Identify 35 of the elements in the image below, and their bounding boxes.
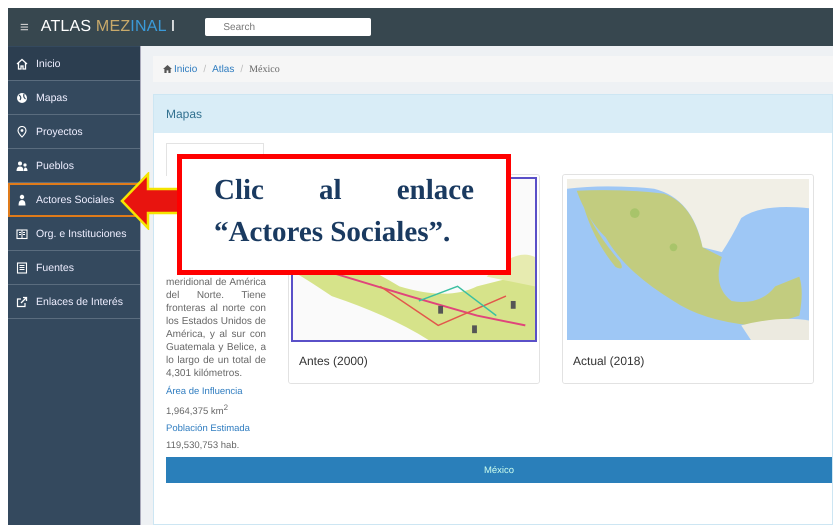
description-text: meridional de América del Norte. Tiene fronteras al norte con los Estados Unidos de América, y al sur con Guatemala y Belice, a lo largo de un total de 4,301 kilómetros. bbox=[166, 276, 266, 380]
users-icon bbox=[16, 160, 28, 172]
breadcrumb-current: México bbox=[249, 64, 280, 74]
sidebar-item[interactable]: Actores Sociales bbox=[8, 183, 140, 217]
stat-value: 119,530,753 hab. bbox=[166, 440, 240, 452]
pin-icon bbox=[16, 126, 28, 138]
sidebar-item[interactable]: Mapas bbox=[8, 81, 140, 115]
breadcrumb-link[interactable]: Atlas bbox=[212, 64, 234, 74]
stat-label: Población Estimada bbox=[166, 423, 251, 434]
instruction-tooltip: Clic al enlace “Actores Sociales”. bbox=[177, 154, 511, 275]
country-button[interactable]: México bbox=[166, 457, 832, 484]
user-icon bbox=[16, 194, 28, 206]
map-caption: Antes (2000) bbox=[298, 353, 369, 370]
file-icon bbox=[16, 262, 28, 274]
panel-title: Mapas bbox=[154, 95, 832, 133]
home-icon bbox=[16, 58, 28, 70]
home-icon bbox=[163, 65, 172, 73]
menu-icon[interactable]: ≡ bbox=[20, 18, 29, 36]
brand-logo[interactable]: ATLAS MEZINAL I bbox=[40, 18, 176, 36]
search-field[interactable]: Search bbox=[205, 18, 372, 36]
sidebar-item[interactable]: Enlaces de Interés bbox=[8, 285, 140, 319]
map-caption: Actual (2018) bbox=[572, 353, 646, 370]
sidebar-item[interactable]: Proyectos bbox=[8, 115, 140, 149]
breadcrumb-separator: / bbox=[240, 64, 244, 74]
stat-label: Área de Influencia bbox=[166, 386, 244, 397]
sidebar-item[interactable]: Pueblos bbox=[8, 149, 140, 183]
stat-value: 1,964,375 km$^{2}$ bbox=[166, 403, 229, 418]
external-icon bbox=[16, 296, 28, 308]
sidebar-item[interactable]: Org. e Instituciones bbox=[8, 217, 140, 251]
sidebar-item[interactable]: Inicio bbox=[8, 47, 140, 81]
breadcrumb-separator: / bbox=[203, 64, 206, 74]
breadcrumb-link[interactable]: Inicio bbox=[174, 64, 198, 74]
book-icon bbox=[16, 228, 28, 240]
sidebar-item[interactable]: Fuentes bbox=[8, 251, 140, 285]
map-card[interactable]: Actual (2018) bbox=[562, 174, 814, 384]
